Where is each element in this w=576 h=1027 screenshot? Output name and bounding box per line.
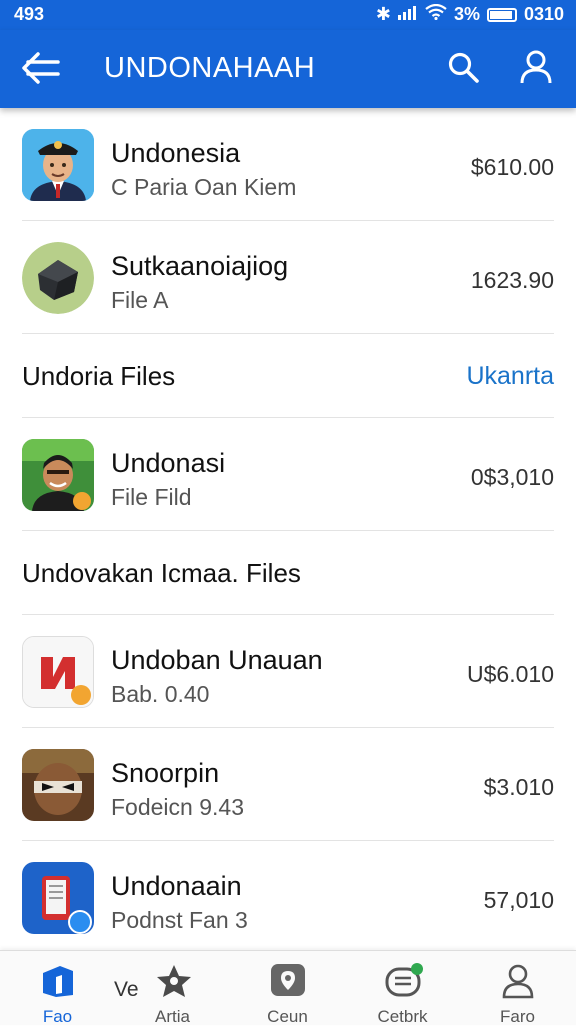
music-app-thumbnail <box>22 636 94 708</box>
nav-label: Faro <box>500 1007 535 1026</box>
item-name: Snoorpin <box>111 758 220 788</box>
item-name: Undoban Unauan <box>111 645 323 675</box>
item-subtitle: Bab. 0.40 <box>111 681 210 707</box>
status-icons: ✱ 3% 0310 <box>375 3 564 25</box>
message-icon <box>385 963 423 997</box>
ninja-thumbnail <box>22 749 94 821</box>
battery-percent: 3% <box>453 4 480 24</box>
item-subtitle: File Fild <box>111 484 192 510</box>
section-action-link[interactable]: Ukanrta <box>466 362 554 391</box>
app-bar: UNDONAHAAH <box>0 30 576 108</box>
item-price: 0$3,010 <box>470 464 554 490</box>
nav-label: Cetbrk <box>377 1007 428 1026</box>
item-name: Sutkaanoiajiog <box>111 251 289 281</box>
item-subtitle: C Paria Oan Kiem <box>111 174 297 200</box>
list-item[interactable]: Sutkaanoiajiog File A 1623.90 <box>22 221 554 334</box>
status-right-time: 0310 <box>523 4 564 24</box>
list-item[interactable]: Snoorpin Fodeicn 9.43 $3.010 <box>22 728 554 841</box>
signal-icon <box>397 4 418 25</box>
back-arrow-icon[interactable] <box>20 48 62 88</box>
item-price: 57,010 <box>483 887 554 913</box>
character-thumbnail <box>22 439 94 511</box>
content-list: Undonesia C Paria Oan Kiem $610.00 Sutka… <box>0 108 576 953</box>
item-price: $3.010 <box>483 774 554 800</box>
nav-item-home[interactable]: Fao <box>0 951 115 1026</box>
item-subtitle: Fodeicn 9.43 <box>111 794 244 820</box>
wifi-icon <box>425 3 447 25</box>
nav-item-cetbrk[interactable]: Cetbrk <box>345 951 460 1026</box>
status-time: 493 <box>14 4 45 24</box>
ve-label: Ve <box>114 978 139 1001</box>
list-item[interactable]: Undonaain Podnst Fan 3 57,010 <box>22 841 554 953</box>
account-icon[interactable] <box>518 48 554 86</box>
cube-icon-thumbnail <box>22 242 94 314</box>
bluetooth-icon: ✱ <box>375 4 391 24</box>
section-title: Undoria Files <box>22 361 176 391</box>
item-subtitle: File A <box>111 287 169 313</box>
section-header: Undovakan Icmaa. Files <box>22 531 554 615</box>
list-item[interactable]: Undonasi File Fild 0$3,010 <box>22 418 554 531</box>
item-price: $610.00 <box>470 154 554 180</box>
search-icon[interactable] <box>446 50 482 86</box>
item-name: Undonaain <box>111 871 242 901</box>
reader-app-thumbnail <box>22 862 94 934</box>
item-subtitle: Podnst Fan 3 <box>111 907 248 933</box>
police-avatar-thumbnail <box>22 129 94 201</box>
nav-item-ceun[interactable]: Ceun <box>230 951 345 1026</box>
status-bar: 493 ✱ 3% 0310 <box>0 0 576 30</box>
battery-icon <box>486 7 517 22</box>
star-icon <box>157 965 191 997</box>
home-icon <box>43 966 73 997</box>
item-name: Undonasi <box>111 448 226 478</box>
section-header: Undoria Files Ukanrta <box>22 334 554 418</box>
item-price: U$6.010 <box>467 661 554 687</box>
nav-label: Artia <box>155 1007 190 1026</box>
nav-item-faro[interactable]: Faro <box>460 951 575 1026</box>
list-item[interactable]: Undonesia C Paria Oan Kiem $610.00 <box>22 108 554 221</box>
nav-label: Fao <box>42 1007 73 1026</box>
nav-label: Ceun <box>267 1007 308 1026</box>
person-icon <box>502 964 534 999</box>
pin-icon <box>271 964 305 996</box>
list-item[interactable]: Undoban Unauan Bab. 0.40 U$6.010 <box>22 615 554 728</box>
item-name: Undonesia <box>111 138 241 168</box>
page-title: UNDONAHAAH <box>104 52 316 84</box>
section-title: Undovakan Icmaa. Files <box>22 558 301 588</box>
item-price: 1623.90 <box>470 267 554 293</box>
bottom-navigation: Fao Artia Ceun Cetbrk Faro <box>0 950 576 1026</box>
